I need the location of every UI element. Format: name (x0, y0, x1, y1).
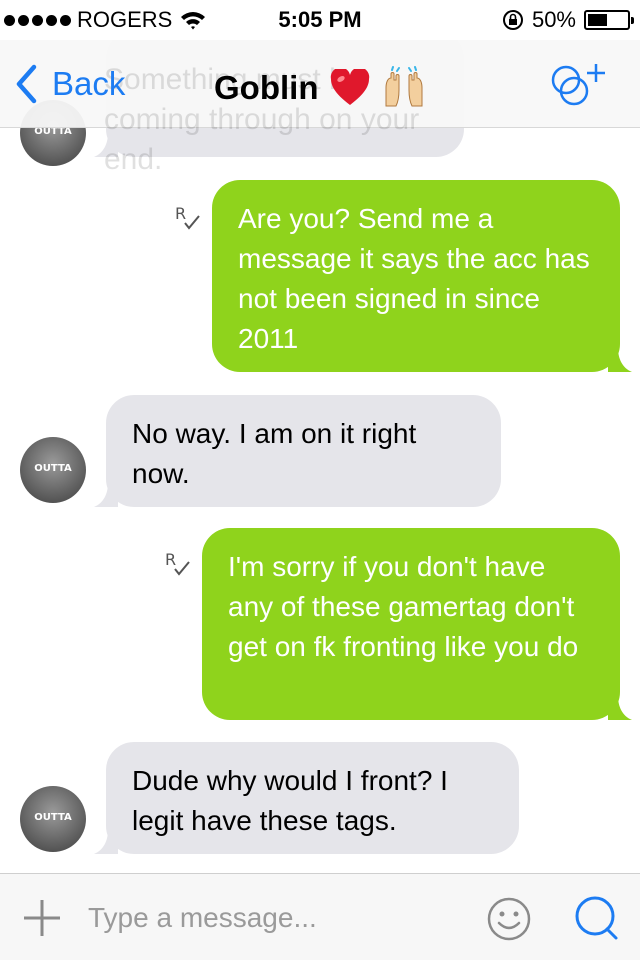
bubble-tail (608, 696, 632, 720)
avatar-label: OUTTA (34, 463, 72, 474)
message-bubble-incoming[interactable]: No way. I am on it right now. (94, 395, 501, 507)
battery-fill (588, 14, 607, 26)
chat-bubble-icon[interactable] (572, 894, 620, 942)
message-text: Are you? Send me a message it says the a… (238, 203, 590, 354)
message-input[interactable] (88, 896, 468, 940)
read-marker: R (165, 550, 176, 569)
status-right: 50% (502, 7, 634, 33)
message-text: I'm sorry if you don't have any of these… (228, 551, 579, 662)
back-label: Back (52, 65, 126, 102)
back-button[interactable]: Back (14, 64, 125, 104)
message-bubble-incoming[interactable]: Dude why would I front? I legit have the… (94, 742, 519, 854)
battery-icon (584, 10, 634, 30)
message-text: No way. I am on it right now. (132, 418, 417, 489)
read-receipt-icon: R (165, 550, 190, 576)
compose-bar (0, 873, 640, 960)
bubble-tail (94, 830, 118, 854)
read-receipt-icon: R (175, 204, 200, 230)
chevron-left-icon (16, 64, 37, 104)
read-marker: R (175, 204, 186, 223)
battery-percent: 50% (531, 7, 576, 32)
red-heart-icon (331, 69, 370, 105)
conversation-title[interactable]: Goblin (214, 66, 426, 110)
status-bar: ROGERS 5:05 PM 50% (0, 0, 640, 40)
contact-name: Goblin (214, 69, 319, 106)
rotation-lock-icon (502, 10, 523, 30)
plus-icon[interactable] (22, 898, 62, 938)
message-text: Dude why would I front? I legit have the… (132, 765, 448, 836)
avatar[interactable]: OUTTA (20, 437, 86, 503)
add-participant-icon[interactable] (544, 62, 610, 110)
avatar-label: OUTTA (34, 812, 72, 823)
avatar[interactable]: OUTTA (20, 786, 86, 852)
message-bubble-outgoing[interactable]: I'm sorry if you don't have any of these… (202, 528, 632, 720)
raised-hands-icon (385, 66, 423, 107)
message-bubble-outgoing[interactable]: Are you? Send me a message it says the a… (212, 180, 632, 372)
bubble-tail (94, 483, 118, 507)
bubble-tail (608, 348, 632, 372)
smiley-icon[interactable] (486, 896, 532, 942)
navigation-bar: Something must be coming through on your… (0, 40, 640, 176)
